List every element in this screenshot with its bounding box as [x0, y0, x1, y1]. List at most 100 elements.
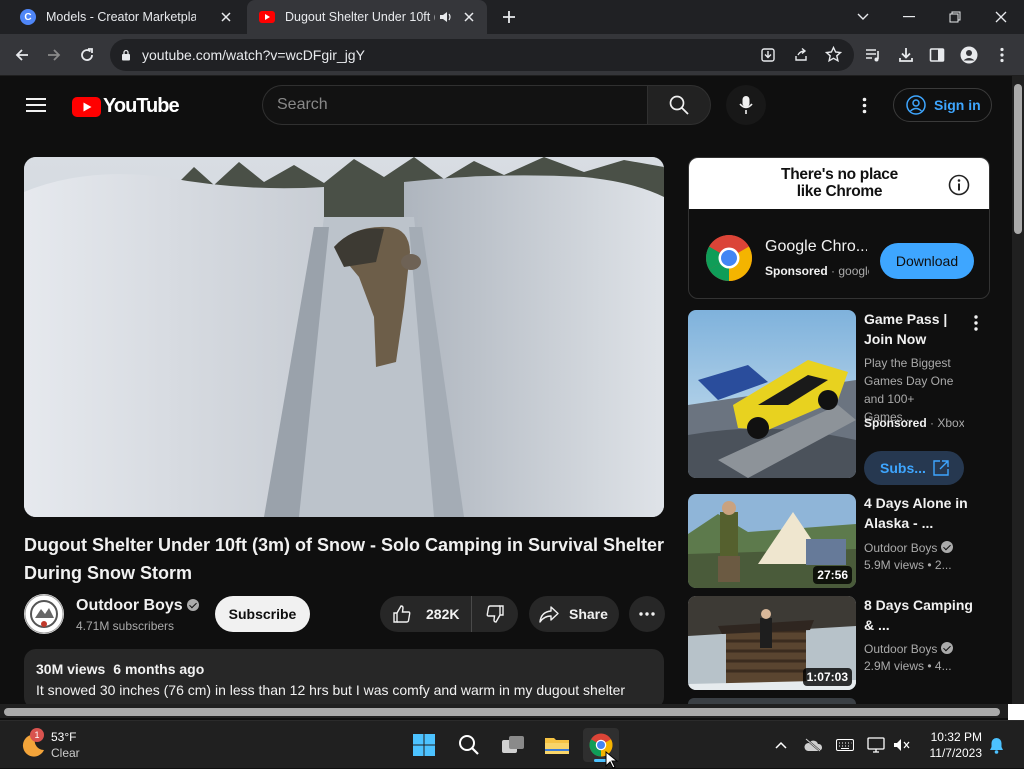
settings-kebab-icon[interactable] [862, 97, 867, 114]
related-video-channel-name: Outdoor Boys [864, 541, 938, 555]
taskbar-search-button[interactable] [451, 728, 487, 762]
ad-title[interactable]: Google Chro... [765, 238, 867, 256]
chevron-down-icon [857, 13, 869, 20]
media-controls-button[interactable] [858, 40, 888, 70]
profile-button[interactable] [954, 40, 984, 70]
install-app-icon[interactable] [760, 47, 776, 63]
chevron-up-icon[interactable] [774, 740, 788, 750]
game-pass-advertiser: · Xbox [930, 416, 964, 430]
search-box[interactable] [262, 85, 648, 125]
network-display-icon[interactable] [867, 737, 885, 753]
lock-icon[interactable] [121, 49, 131, 61]
related-video-title[interactable]: 4 Days Alone in Alaska - ... [864, 493, 974, 533]
like-dislike-group: 282K [380, 596, 518, 632]
taskbar-clock-date[interactable]: 11/7/2023 [920, 746, 983, 760]
horizontal-scrollbar[interactable] [0, 704, 1012, 718]
downloads-button[interactable] [891, 40, 921, 70]
mouse-cursor-icon [605, 751, 619, 769]
address-bar[interactable]: youtube.com/watch?v=wcDFgir_jgY [110, 39, 854, 71]
channel-avatar[interactable] [24, 594, 64, 634]
audio-playing-icon[interactable] [439, 11, 453, 23]
side-panel-button[interactable] [922, 40, 952, 70]
verified-badge-icon [941, 642, 954, 654]
tab-dugout-shelter[interactable]: Dugout Shelter Under 10ft (3m) of Snow [247, 0, 487, 34]
channel-name[interactable]: Outdoor Boys [76, 597, 199, 615]
voice-search-button[interactable] [726, 85, 766, 125]
related-video-thumbnail[interactable]: 27:56 [688, 494, 856, 588]
arrow-left-icon [15, 49, 28, 61]
vertical-scrollbar[interactable] [1012, 76, 1024, 704]
ad-banner-slogan: There's no place like Chrome [781, 166, 898, 200]
description-meta: 30M views 6 months ago [36, 661, 652, 677]
game-pass-subscribe-button[interactable]: Subs... [864, 451, 964, 485]
folder-icon [545, 738, 569, 754]
thumbs-up-icon [393, 605, 411, 623]
start-button[interactable] [406, 728, 442, 762]
youtube-logo[interactable]: YouTube [72, 95, 180, 118]
game-pass-menu-kebab-icon[interactable] [966, 313, 986, 333]
forward-button[interactable] [39, 40, 69, 70]
close-icon [995, 11, 1007, 23]
video-player[interactable] [24, 157, 664, 517]
new-tab-plus-icon[interactable] [501, 9, 517, 25]
subscribe-button[interactable]: Subscribe [215, 596, 310, 632]
verified-badge-icon [186, 599, 199, 611]
more-actions-button[interactable] [629, 596, 665, 632]
volume-muted-icon[interactable] [893, 738, 911, 752]
keyboard-icon[interactable] [836, 739, 854, 751]
share-button[interactable]: Share [529, 596, 619, 632]
scrollbar-corner [1008, 704, 1024, 720]
horizontal-scrollbar-thumb[interactable] [4, 708, 1000, 716]
onedrive-cloud-icon[interactable] [803, 738, 823, 752]
game-pass-thumbnail[interactable] [688, 310, 856, 478]
more-horizontal-icon [639, 612, 655, 616]
minimize-window-button[interactable] [886, 0, 932, 34]
sign-in-label: Sign in [934, 97, 981, 113]
account-circle-icon [906, 95, 926, 115]
task-view-button[interactable] [495, 728, 531, 762]
bookmark-star-icon[interactable] [825, 46, 842, 63]
hamburger-menu-icon[interactable] [26, 97, 46, 113]
sign-in-button[interactable]: Sign in [893, 88, 992, 122]
ad-sponsored-label: Sponsored [765, 264, 828, 278]
dislike-button[interactable] [472, 596, 518, 632]
youtube-masthead: YouTube Sign in [0, 76, 1012, 134]
like-button[interactable]: 282K [380, 596, 472, 632]
ad-download-button[interactable]: Download [880, 243, 974, 279]
close-tab-icon[interactable] [461, 9, 477, 25]
tab-creator-marketplace[interactable]: C Models - Creator Marketplace [8, 0, 244, 34]
description-box[interactable]: 30M views 6 months ago It snowed 30 inche… [24, 649, 664, 709]
tab-search-button[interactable] [840, 0, 886, 34]
creator-marketplace-favicon-icon: C [20, 9, 36, 25]
game-pass-subscribe-label: Subs... [880, 460, 926, 476]
external-link-icon [933, 460, 949, 476]
ad-info-icon[interactable] [948, 174, 970, 196]
ad-banner[interactable]: There's no place like Chrome [689, 158, 989, 209]
notification-bell-icon[interactable] [989, 737, 1004, 754]
related-video-channel[interactable]: Outdoor Boys [864, 539, 964, 557]
profile-avatar-icon [960, 46, 978, 64]
reload-button[interactable] [72, 40, 102, 70]
back-button[interactable] [7, 40, 37, 70]
restore-icon [949, 11, 961, 23]
related-video-channel[interactable]: Outdoor Boys [864, 640, 964, 658]
game-pass-title[interactable]: Game Pass | Join Now [864, 309, 974, 349]
restore-window-button[interactable] [932, 0, 978, 34]
outdoor-boys-logo-icon [24, 594, 64, 634]
search-button[interactable] [647, 85, 711, 125]
close-tab-icon[interactable] [218, 9, 234, 25]
thumbs-down-icon [486, 605, 504, 623]
chrome-menu-button[interactable] [987, 40, 1017, 70]
taskbar-clock-time[interactable]: 10:32 PM [928, 730, 982, 744]
related-video-thumbnail[interactable]: 1:07:03 [688, 596, 856, 690]
close-window-button[interactable] [978, 0, 1024, 34]
chrome-ad-card[interactable]: There's no place like Chrome Google Chro… [688, 157, 990, 299]
share-page-icon[interactable] [793, 47, 809, 63]
vertical-scrollbar-thumb[interactable] [1014, 84, 1022, 234]
upload-age: 6 months ago [113, 661, 205, 677]
video-duration: 27:56 [813, 566, 852, 584]
related-video-title[interactable]: 8 Days Camping & ... [864, 595, 974, 635]
file-explorer-button[interactable] [539, 728, 575, 762]
related-video-stats: 5.9M views • 2... [864, 556, 964, 574]
search-input[interactable] [277, 86, 637, 124]
